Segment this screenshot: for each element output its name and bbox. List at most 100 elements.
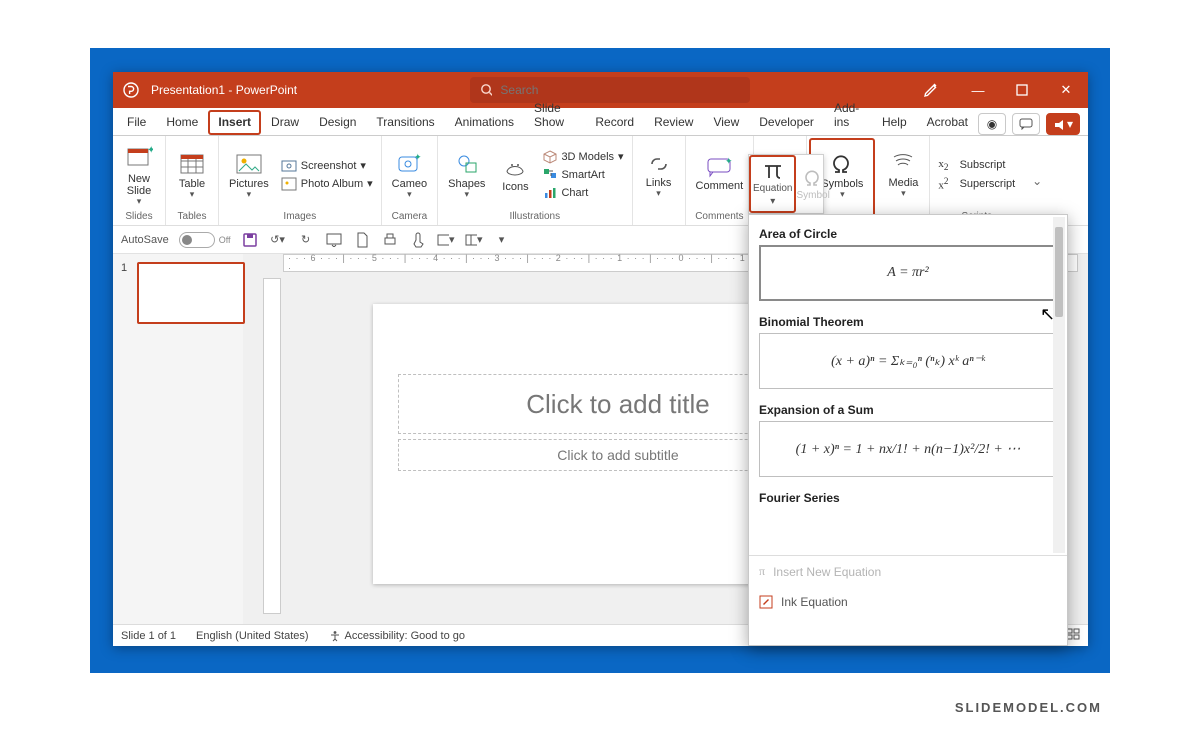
3d-models-button[interactable]: 3D Models ▾: [543, 150, 623, 164]
cube-icon: [543, 150, 557, 164]
subscript-button[interactable]: x2 Subscript: [938, 158, 1015, 172]
group-media: Media▾: [877, 136, 930, 225]
photo-album-button[interactable]: Photo Album ▾: [281, 177, 373, 191]
table-button[interactable]: Table▾: [174, 150, 210, 199]
media-button[interactable]: Media▾: [885, 151, 921, 198]
new-file-icon[interactable]: [353, 231, 371, 249]
tab-slideshow[interactable]: Slide Show: [524, 96, 585, 135]
group-slides: ✦ New Slide▾ Slides: [113, 136, 166, 225]
tab-view[interactable]: View: [703, 110, 749, 135]
qat-more-1[interactable]: ▾: [437, 231, 455, 249]
present-icon[interactable]: [325, 231, 343, 249]
mouse-cursor-icon: ↖: [1040, 304, 1055, 325]
comment-button[interactable]: ✦ Comment: [694, 154, 746, 194]
icons-icon: [503, 155, 527, 179]
scrollbar-thumb[interactable]: [1055, 227, 1063, 317]
group-camera: ✦ Cameo▾ Camera: [382, 136, 438, 225]
chart-button[interactable]: Chart: [543, 186, 623, 200]
cameo-icon: ✦: [396, 152, 422, 176]
save-icon[interactable]: [241, 231, 259, 249]
comment-icon: ✦: [705, 156, 733, 178]
window-title: Presentation1 - PowerPoint: [149, 83, 297, 97]
status-accessibility[interactable]: Accessibility: Good to go: [329, 630, 465, 642]
tab-insert[interactable]: Insert: [208, 110, 261, 135]
qat-more-2[interactable]: ▾: [465, 231, 483, 249]
group-illustrations: Shapes▾ Icons 3D Models ▾ SmartArt Chart…: [438, 136, 632, 225]
qat-customize[interactable]: ▾: [493, 231, 511, 249]
tab-home[interactable]: Home: [156, 110, 208, 135]
smartart-icon: [543, 168, 557, 182]
screenshot-icon: [281, 159, 297, 173]
accessibility-icon: [329, 630, 341, 642]
gallery-item-binomial[interactable]: (x + a)ⁿ = Σₖ₌₀ⁿ (ⁿₖ) xᵏ aⁿ⁻ᵏ: [759, 333, 1057, 389]
search-box[interactable]: [470, 77, 750, 103]
tab-draw[interactable]: Draw: [261, 110, 309, 135]
group-comments: ✦ Comment Comments: [686, 136, 755, 225]
tab-addins[interactable]: Add-ins: [824, 96, 872, 135]
view-sorter-icon[interactable]: [1066, 628, 1080, 643]
new-slide-button[interactable]: ✦ New Slide▾: [121, 143, 157, 207]
tab-developer[interactable]: Developer: [749, 110, 824, 135]
autosave-label: AutoSave: [121, 234, 169, 246]
close-button[interactable]: ✕: [1044, 72, 1088, 108]
slide-thumbnails: 1: [113, 254, 243, 624]
symbols-popup: Equation▾ Symbol: [748, 154, 824, 214]
gallery-title-3: Expansion of a Sum: [759, 397, 1057, 421]
gallery-scrollbar[interactable]: [1053, 217, 1065, 553]
watermark: SLIDEMODEL.COM: [955, 700, 1102, 715]
app-icon: [113, 81, 149, 99]
icons-button[interactable]: Icons: [497, 153, 533, 195]
minimize-button[interactable]: —: [956, 72, 1000, 108]
ribbon-tabs: File Home Insert Draw Design Transitions…: [113, 108, 1088, 136]
tab-acrobat[interactable]: Acrobat: [917, 110, 978, 135]
tab-review[interactable]: Review: [644, 110, 703, 135]
print-icon[interactable]: [381, 231, 399, 249]
tab-file[interactable]: File: [117, 110, 156, 135]
gallery-footer: πInsert New Equation Ink Equation: [749, 555, 1067, 617]
gallery-item-expansion[interactable]: (1 + x)ⁿ = 1 + nx/1! + n(n−1)x²/2! + ⋯: [759, 421, 1057, 477]
touch-icon[interactable]: [409, 231, 427, 249]
record-button[interactable]: ◉: [978, 113, 1006, 135]
tab-record[interactable]: Record: [585, 110, 644, 135]
svg-text:✦: ✦: [414, 152, 422, 162]
table-icon: [179, 152, 205, 176]
comments-pane-button[interactable]: [1012, 113, 1040, 135]
symbol-button[interactable]: Symbol: [796, 155, 829, 213]
share-button[interactable]: ▾: [1046, 113, 1080, 135]
search-input[interactable]: [500, 83, 739, 97]
link-icon: [646, 153, 672, 175]
group-images: Pictures▾ Screenshot ▾ Photo Album ▾ Ima…: [219, 136, 382, 225]
ink-icon: [759, 595, 773, 609]
tab-transitions[interactable]: Transitions: [366, 110, 444, 135]
links-button[interactable]: Links▾: [641, 151, 677, 198]
gallery-title-1: Area of Circle: [759, 221, 1057, 245]
smartart-button[interactable]: SmartArt: [543, 168, 623, 182]
status-language[interactable]: English (United States): [196, 630, 309, 642]
pen-icon[interactable]: [922, 81, 940, 99]
pictures-button[interactable]: Pictures▾: [227, 150, 271, 199]
autosave-toggle[interactable]: [179, 232, 215, 248]
superscript-button[interactable]: x2 Superscript: [938, 176, 1015, 192]
search-icon: [480, 83, 493, 97]
tab-animations[interactable]: Animations: [445, 110, 524, 135]
tab-design[interactable]: Design: [309, 110, 366, 135]
insert-new-equation[interactable]: πInsert New Equation: [749, 556, 1067, 587]
equation-gallery: Area of Circle A = πr² Binomial Theorem …: [748, 214, 1068, 646]
slide-thumbnail-1[interactable]: [137, 262, 245, 324]
ink-equation[interactable]: Ink Equation: [749, 587, 1067, 617]
status-slide[interactable]: Slide 1 of 1: [121, 630, 176, 642]
undo-icon[interactable]: ↺▾: [269, 231, 287, 249]
gallery-item-area-circle[interactable]: A = πr²: [759, 245, 1057, 301]
shapes-button[interactable]: Shapes▾: [446, 150, 487, 199]
pi-icon: [762, 161, 784, 181]
screenshot-button[interactable]: Screenshot ▾: [281, 159, 373, 173]
ribbon-collapse-button[interactable]: ⌄: [1023, 136, 1051, 225]
cameo-button[interactable]: ✦ Cameo▾: [390, 150, 429, 199]
equation-button[interactable]: Equation▾: [749, 155, 796, 213]
ruler-vertical: [263, 278, 281, 614]
group-tables: Table▾ Tables: [166, 136, 219, 225]
maximize-button[interactable]: [1000, 72, 1044, 108]
redo-icon[interactable]: ↻: [297, 231, 315, 249]
chart-icon: [543, 186, 557, 200]
tab-help[interactable]: Help: [872, 110, 917, 135]
